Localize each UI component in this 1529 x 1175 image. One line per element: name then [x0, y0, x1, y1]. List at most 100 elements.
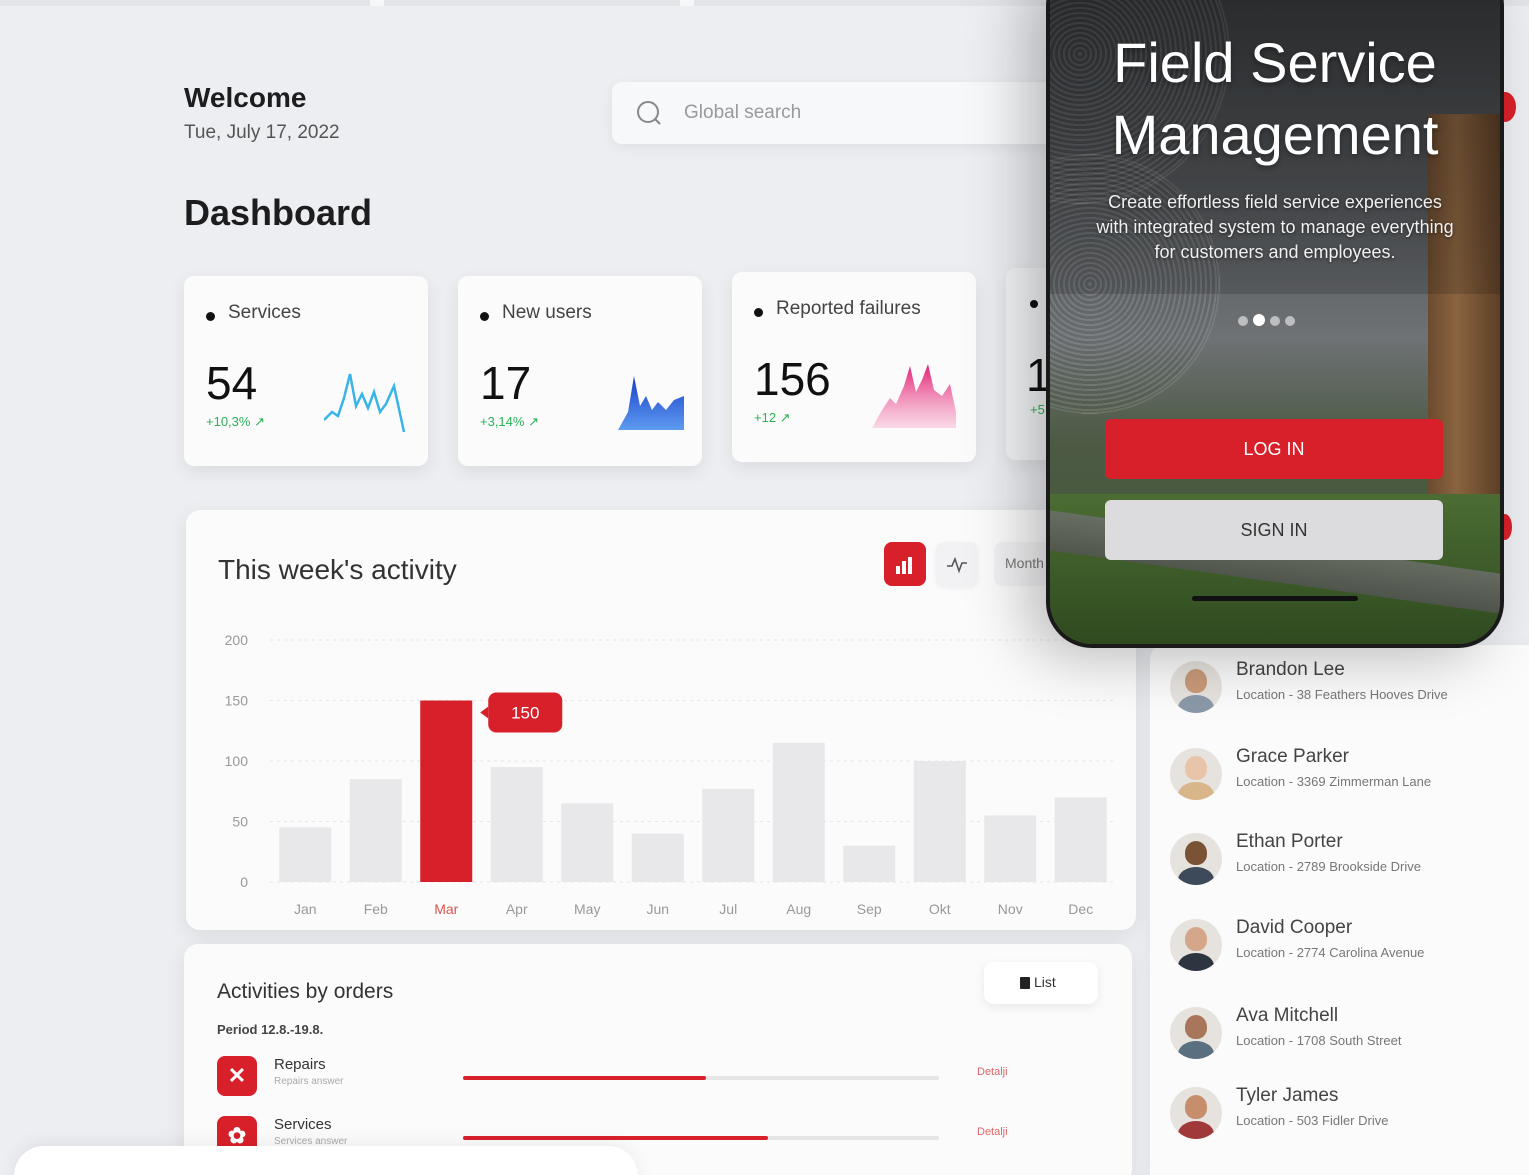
- carousel-dot[interactable]: [1238, 316, 1248, 326]
- progress-fill: [463, 1136, 768, 1140]
- details-link[interactable]: Detalji: [977, 1066, 1008, 1078]
- stat-change: +5: [1030, 402, 1045, 417]
- app-title-line2: Management: [1111, 103, 1439, 166]
- list-item[interactable]: David Cooper Location - 2774 Carolina Av…: [1170, 915, 1529, 975]
- search-input[interactable]: Global search: [684, 102, 801, 124]
- order-name: Repairs: [274, 1056, 326, 1073]
- list-item[interactable]: Tyler James Location - 503 Fidler Drive: [1170, 1083, 1529, 1143]
- bar-chart-toggle[interactable]: [884, 542, 926, 586]
- panel-title: Activities by orders: [217, 980, 394, 1003]
- x-tick-label: Aug: [786, 901, 811, 917]
- stat-value: 156: [754, 353, 831, 405]
- carousel-dot[interactable]: [1270, 316, 1280, 326]
- bar-may[interactable]: [561, 803, 614, 882]
- avatar-body: [1178, 1041, 1214, 1059]
- order-name: Services: [274, 1116, 332, 1133]
- bullet-icon: [1030, 300, 1038, 308]
- app-title-line1: Field Service: [1113, 31, 1437, 94]
- stat-change: +3,14% ↗: [480, 414, 539, 429]
- bar-dec[interactable]: [1054, 797, 1107, 882]
- bar-jun[interactable]: [631, 833, 684, 882]
- sparkline-services: [324, 373, 406, 433]
- avatar: [1170, 1007, 1222, 1059]
- stat-card-services[interactable]: Services 54 +10,3% ↗: [184, 276, 428, 466]
- stat-label: Services: [228, 302, 301, 323]
- stat-change: +10,3% ↗: [206, 414, 265, 429]
- sparkline-reported-failures: [872, 364, 956, 428]
- technicians-list: Brandon Lee Location - 38 Feathers Hoove…: [1150, 645, 1529, 1175]
- avatar: [1170, 748, 1222, 800]
- avatar: [1170, 661, 1222, 713]
- bar-aug[interactable]: [772, 742, 825, 882]
- stat-value: 17: [480, 357, 532, 409]
- bar-jul[interactable]: [702, 788, 755, 882]
- avatar-body: [1178, 867, 1214, 885]
- bullet-icon: [206, 312, 215, 321]
- bullet-icon: [754, 308, 763, 317]
- carousel-dots[interactable]: [1238, 313, 1300, 331]
- avatar-body: [1178, 695, 1214, 713]
- avatar: [1170, 833, 1222, 885]
- tooltip-pointer: [480, 706, 489, 719]
- document-icon: [1020, 977, 1030, 989]
- line-chart-toggle[interactable]: [936, 542, 978, 586]
- home-indicator: [1192, 596, 1358, 601]
- period-select[interactable]: Month: [994, 542, 1054, 586]
- y-tick-label: 200: [225, 632, 249, 648]
- person-name: Brandon Lee: [1236, 659, 1345, 680]
- x-tick-label: Jul: [719, 901, 737, 917]
- sparkline-new-users: [618, 376, 684, 430]
- list-item[interactable]: Brandon Lee Location - 38 Feathers Hoove…: [1170, 657, 1529, 717]
- list-button[interactable]: List: [984, 962, 1098, 1004]
- carousel-dot[interactable]: [1285, 316, 1295, 326]
- avatar-body: [1178, 953, 1214, 971]
- global-search[interactable]: Global search: [612, 82, 1072, 144]
- bar-sep[interactable]: [843, 845, 896, 882]
- order-sub: Repairs answer: [274, 1076, 344, 1087]
- avatar: [1170, 1087, 1222, 1139]
- app-description: Create effortless field service experien…: [1096, 192, 1454, 262]
- x-tick-label: Okt: [929, 901, 951, 917]
- x-tick-label: Sep: [857, 901, 882, 917]
- bar-feb[interactable]: [349, 779, 402, 882]
- person-name: Ethan Porter: [1236, 831, 1343, 852]
- stat-card-new-users[interactable]: New users 17 +3,14% ↗: [458, 276, 702, 466]
- tooltip-label: 150: [511, 704, 539, 723]
- bottom-sheet: [14, 1146, 638, 1175]
- period-label: Period 12.8.-19.8.: [217, 1022, 324, 1037]
- list-item[interactable]: Ava Mitchell Location - 1708 South Stree…: [1170, 1003, 1529, 1063]
- carousel-dot-active[interactable]: [1253, 314, 1265, 326]
- details-link[interactable]: Detalji: [977, 1126, 1008, 1138]
- bar-jan[interactable]: [279, 827, 332, 882]
- y-tick-label: 0: [240, 874, 248, 890]
- line-chart-icon: [947, 556, 967, 574]
- stat-label: New users: [502, 302, 592, 323]
- bar-chart-icon: [896, 557, 912, 574]
- page-title: Dashboard: [184, 192, 373, 233]
- avatar-head: [1185, 927, 1207, 951]
- person-location: Location - 503 Fidler Drive: [1236, 1113, 1389, 1128]
- signin-button[interactable]: SIGN IN: [1105, 500, 1443, 560]
- person-location: Location - 2774 Carolina Avenue: [1236, 945, 1425, 960]
- activity-bar-chart: 0 50 100 150 200 Jan Feb Mar 150 Apr May Jun Jul Aug S…: [225, 632, 1116, 917]
- x-tick-label: Jun: [646, 901, 669, 917]
- login-button[interactable]: LOG IN: [1105, 419, 1443, 479]
- avatar: [1170, 919, 1222, 971]
- order-row-repairs[interactable]: ✕ Repairs Repairs answer Detalji: [217, 1056, 1097, 1102]
- stat-card-reported-failures[interactable]: Reported failures 156 +12 ↗: [732, 272, 976, 462]
- current-date: Tue, July 17, 2022: [184, 122, 340, 143]
- person-location: Location - 3369 Zimmerman Lane: [1236, 774, 1432, 789]
- list-item[interactable]: Grace Parker Location - 3369 Zimmerman L…: [1170, 744, 1529, 804]
- weekly-activity-panel: This week's activity Month 0 50 100 150 200 J…: [186, 510, 1136, 930]
- y-tick-label: 100: [225, 753, 249, 769]
- bar-nov[interactable]: [984, 815, 1037, 882]
- person-location: Location - 1708 South Street: [1236, 1033, 1402, 1048]
- avatar-head: [1185, 841, 1207, 865]
- bar-mar[interactable]: [420, 700, 473, 883]
- bar-okt[interactable]: [913, 761, 966, 882]
- list-button-label: List: [1034, 974, 1056, 990]
- list-item[interactable]: Ethan Porter Location - 2789 Brookside D…: [1170, 829, 1529, 889]
- bullet-icon: [480, 312, 489, 321]
- x-tick-label: Mar: [434, 901, 458, 917]
- bar-apr[interactable]: [490, 767, 543, 882]
